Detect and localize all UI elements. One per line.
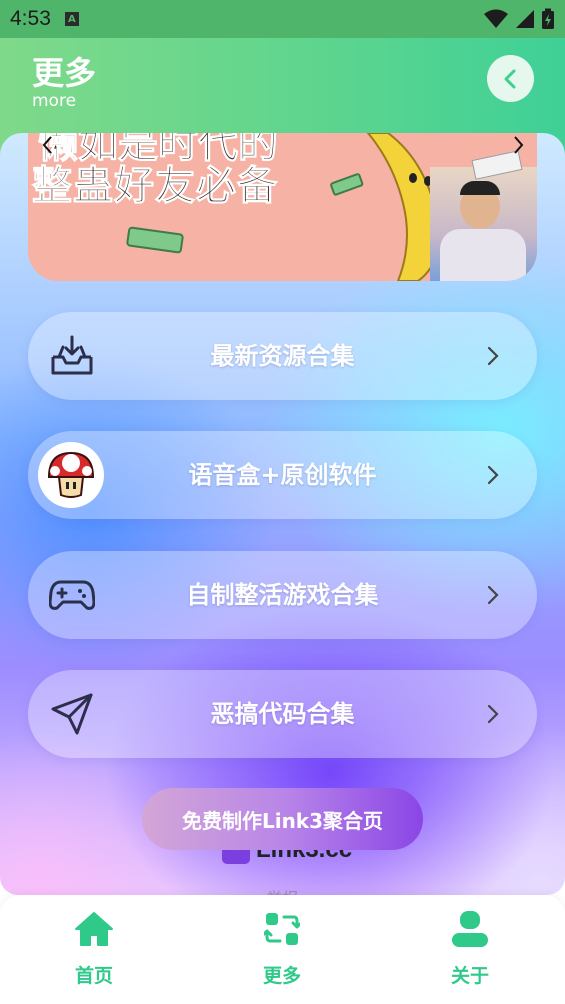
menu-item-voicebox[interactable]: 语音盒+原创软件 [28, 431, 537, 519]
menu-item-prank-code[interactable]: 恶搞代码合集 [28, 670, 537, 758]
report-link[interactable]: 举报 [0, 885, 565, 895]
wifi-icon [484, 9, 508, 28]
menu-item-resources[interactable]: 最新资源合集 [28, 312, 537, 400]
banner-prev-button[interactable] [36, 133, 60, 157]
chevron-right-icon [479, 461, 507, 489]
money-illustration-2 [330, 173, 364, 196]
bottom-nav: 首页 更多 关于 [0, 895, 565, 1004]
nav-item-about[interactable]: 关于 [420, 909, 520, 995]
chevron-right-icon [479, 342, 507, 370]
main-card: 懒如是时代的 整蛊好友必备 最新资源合集 语音盒+原创软件 自制整活游戏合集 恶… [0, 133, 565, 895]
nav-item-home[interactable]: 首页 [44, 909, 144, 995]
nav-label: 更多 [262, 965, 301, 987]
status-time: 4:53 [10, 7, 51, 30]
chevron-right-icon [514, 136, 524, 154]
menu-item-label: 语音盒+原创软件 [188, 461, 377, 489]
chevron-left-icon [504, 69, 515, 88]
status-bar: 4:53 A [0, 0, 565, 38]
banner-carousel[interactable]: 懒如是时代的 整蛊好友必备 [28, 133, 537, 281]
chevron-right-icon [479, 700, 507, 728]
chevron-right-icon [479, 581, 507, 609]
nav-label: 首页 [74, 965, 113, 987]
notification-icon: A [64, 12, 79, 26]
chevron-left-icon [42, 136, 52, 154]
battery-icon [542, 8, 554, 29]
menu-item-label: 自制整活游戏合集 [186, 581, 379, 609]
back-button[interactable] [487, 55, 534, 102]
banner-person-photo [430, 167, 537, 281]
nav-item-more[interactable]: 更多 [232, 909, 332, 995]
menu-item-games[interactable]: 自制整活游戏合集 [28, 551, 537, 639]
signal-icon [516, 10, 534, 28]
user-icon [450, 909, 490, 949]
status-icons [483, 8, 555, 30]
banner-next-button[interactable] [506, 133, 530, 157]
money-illustration [126, 226, 184, 254]
create-link3-page-button[interactable]: 免费制作Link3聚合页 [142, 788, 423, 850]
menu-item-label: 恶搞代码合集 [210, 700, 355, 728]
apps-swap-icon [262, 909, 302, 949]
nav-label: 关于 [450, 965, 489, 987]
page-subtitle: more [32, 91, 77, 111]
menu-item-label: 最新资源合集 [210, 342, 355, 370]
page-title: 更多 [32, 54, 97, 92]
banner-text-line2: 整蛊好友必备 [32, 163, 278, 210]
home-icon [74, 909, 114, 949]
